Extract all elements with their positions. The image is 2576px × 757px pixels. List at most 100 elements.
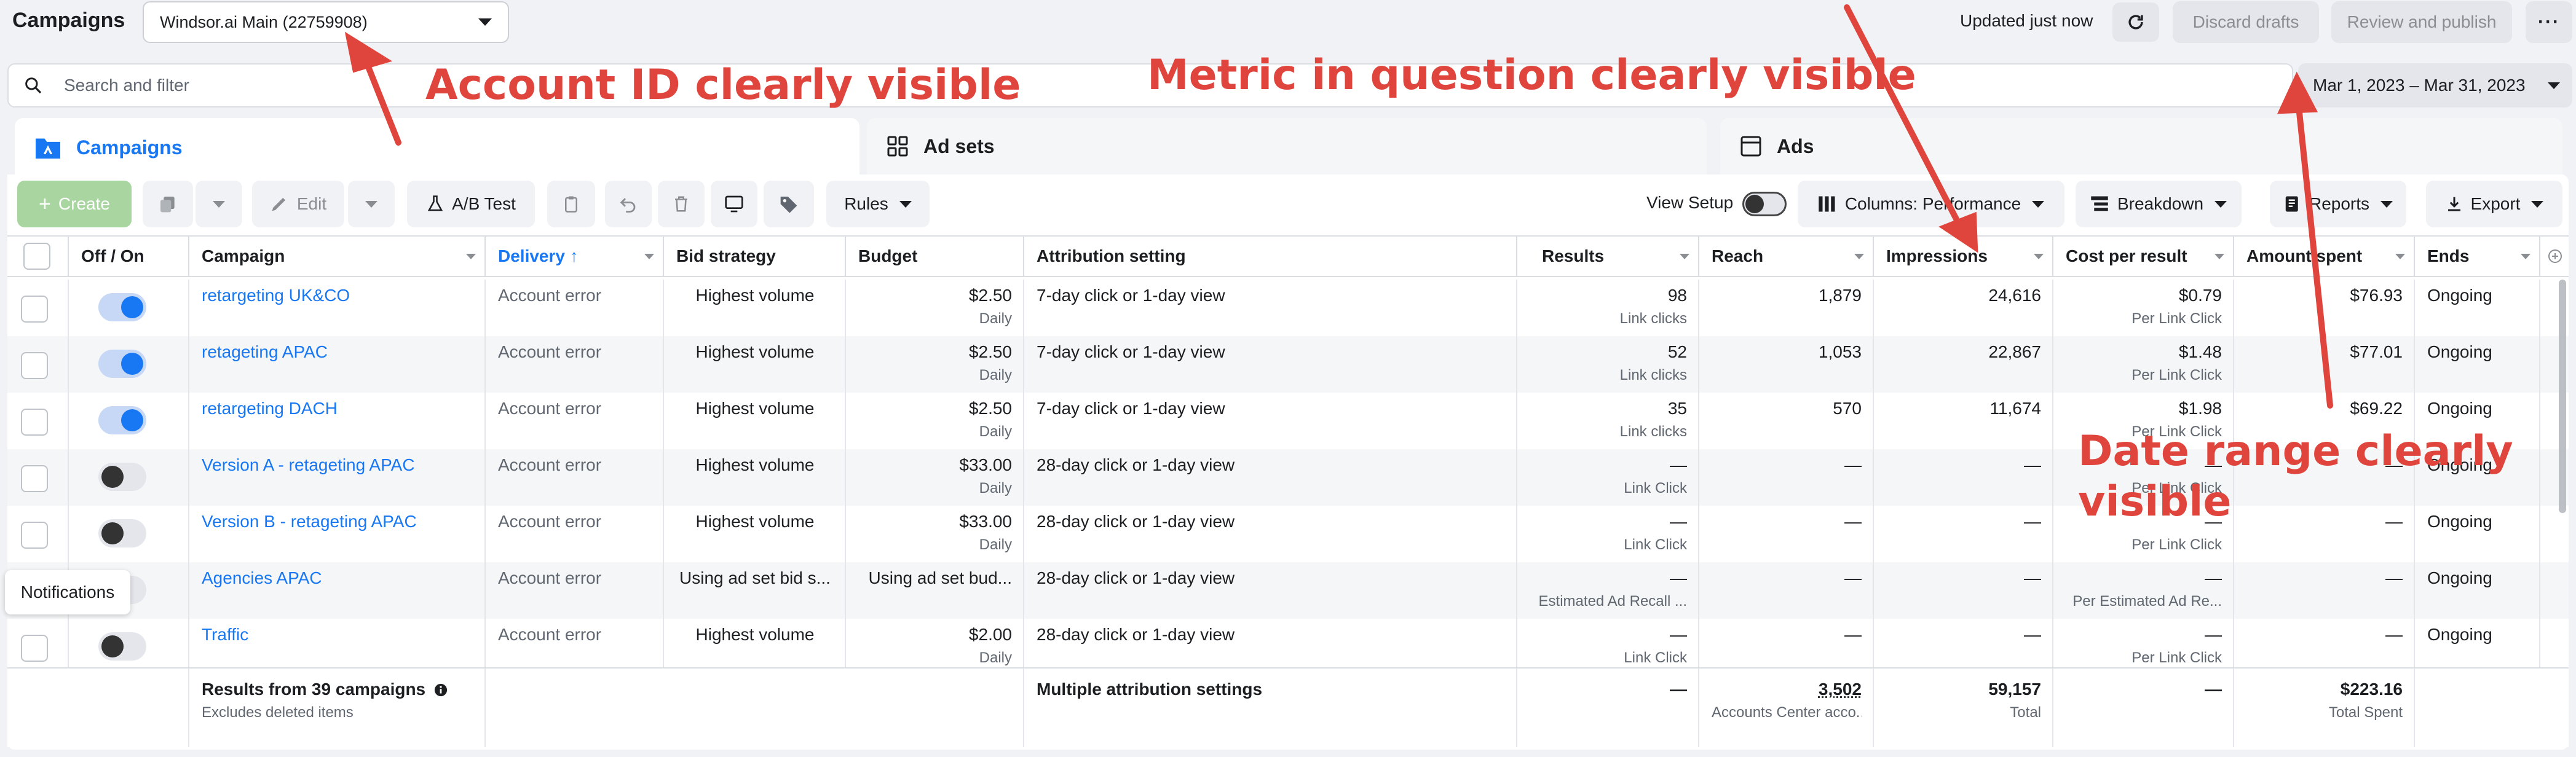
row-checkbox[interactable] xyxy=(21,465,48,492)
cell-reach: — xyxy=(1699,506,1874,562)
edit-dropdown[interactable] xyxy=(348,181,395,227)
row-checkbox[interactable] xyxy=(21,635,48,662)
col-results[interactable]: Results xyxy=(1517,237,1699,276)
col-ends[interactable]: Ends xyxy=(2415,237,2540,276)
cell-attribution: 28-day click or 1-day view xyxy=(1024,506,1517,562)
campaign-toggle[interactable] xyxy=(98,406,146,434)
refresh-button[interactable] xyxy=(2112,2,2159,42)
ends-value: Ongoing xyxy=(2427,625,2492,644)
view-setup-toggle[interactable] xyxy=(1742,192,1787,216)
more-options-button[interactable]: ··· xyxy=(2526,1,2572,43)
row-checkbox[interactable] xyxy=(21,352,48,379)
col-delivery[interactable]: Delivery ↑ xyxy=(486,237,664,276)
info-icon[interactable] xyxy=(434,683,448,697)
reports-button[interactable]: Reports xyxy=(2270,181,2406,227)
delivery-value: Account error xyxy=(498,455,602,474)
col-reach[interactable]: Reach xyxy=(1699,237,1874,276)
table-row[interactable]: retargeting UK&CO Account error Highest vo… xyxy=(7,280,2569,336)
page-title: Campaigns xyxy=(12,9,125,32)
col-budget[interactable]: Budget xyxy=(846,237,1024,276)
bid-value: Using ad set bid s... xyxy=(679,568,831,587)
rules-button[interactable]: Rules xyxy=(826,181,930,227)
campaign-name-link[interactable]: retargeting UK&CO xyxy=(202,286,473,305)
campaign-name-link[interactable]: retageting APAC xyxy=(202,342,473,362)
campaign-toggle[interactable] xyxy=(98,293,146,321)
on-off-cell xyxy=(69,336,189,393)
notifications-tooltip[interactable]: Notifications xyxy=(5,570,130,614)
col-impressions[interactable]: Impressions xyxy=(1874,237,2053,276)
cell-bid: Highest volume xyxy=(664,280,846,336)
account-selector[interactable]: Windsor.ai Main (22759908) xyxy=(143,1,509,43)
table-row[interactable]: Agencies APAC Account error Using ad set b… xyxy=(7,562,2569,619)
cell-campaign[interactable]: retageting APAC xyxy=(189,336,486,393)
tab-ads[interactable]: Ads xyxy=(1720,118,2562,175)
campaign-name-link[interactable]: Version B - retageting APAC xyxy=(202,512,473,531)
cell-reach: 1,879 xyxy=(1699,280,1874,336)
results-subtext: Link clicks xyxy=(1619,310,1687,327)
campaign-toggle[interactable] xyxy=(98,463,146,491)
ends-value: Ongoing xyxy=(2427,342,2492,361)
reports-icon xyxy=(2285,196,2298,212)
cell-campaign[interactable]: Version B - retageting APAC xyxy=(189,506,486,562)
tab-ad-sets[interactable]: Ad sets xyxy=(867,118,1707,175)
col-off-on[interactable]: Off / On xyxy=(69,237,189,276)
cell-delivery: Account error xyxy=(486,506,664,562)
table-row[interactable]: retageting APAC Account error Highest volu… xyxy=(7,336,2569,393)
cell-campaign[interactable]: Version A - retageting APAC xyxy=(189,449,486,506)
cpr-subtext: Per Link Click xyxy=(2132,536,2222,553)
cell-bid: Highest volume xyxy=(664,506,846,562)
campaign-toggle[interactable] xyxy=(98,632,146,661)
row-checkbox[interactable] xyxy=(21,409,48,436)
row-checkbox[interactable] xyxy=(21,522,48,549)
reach-value: — xyxy=(1844,455,1862,474)
row-checkbox[interactable] xyxy=(21,296,48,323)
cell-bid: Using ad set bid s... xyxy=(664,562,846,619)
col-label: Impressions xyxy=(1886,246,1988,265)
col-cost-per-result[interactable]: Cost per result xyxy=(2053,237,2234,276)
chevron-down-icon xyxy=(213,200,225,208)
date-range-picker[interactable]: Mar 1, 2023 – Mar 31, 2023 xyxy=(2298,63,2572,108)
search-icon xyxy=(25,77,42,94)
campaign-name-link[interactable]: Version A - retageting APAC xyxy=(202,455,473,475)
col-campaign[interactable]: Campaign xyxy=(189,237,486,276)
ads-page-icon xyxy=(1740,136,1761,157)
cell-campaign[interactable]: retargeting UK&CO xyxy=(189,280,486,336)
discard-drafts-button[interactable]: Discard drafts xyxy=(2173,1,2319,43)
summary-reach[interactable]: 3,502 xyxy=(1712,680,1862,699)
export-button[interactable]: Export xyxy=(2426,181,2562,227)
campaign-name-link[interactable]: Traffic xyxy=(202,625,473,645)
review-publish-button[interactable]: Review and publish xyxy=(2331,1,2512,43)
create-button[interactable]: + Create xyxy=(17,181,132,227)
delete-button[interactable] xyxy=(658,181,705,227)
add-column-button[interactable] xyxy=(2540,237,2569,276)
cell-campaign[interactable]: Agencies APAC xyxy=(189,562,486,619)
export-label: Export xyxy=(2470,194,2521,213)
col-amount-spent[interactable]: Amount spent xyxy=(2234,237,2415,276)
duplicate-button[interactable] xyxy=(143,181,193,227)
breakdown-button[interactable]: Breakdown xyxy=(2076,181,2242,227)
campaign-toggle[interactable] xyxy=(98,519,146,547)
select-all-checkbox[interactable] xyxy=(23,243,50,270)
campaign-name-link[interactable]: Agencies APAC xyxy=(202,568,473,588)
col-attribution[interactable]: Attribution setting xyxy=(1024,237,1517,276)
toggle-knob xyxy=(121,296,143,318)
attribution-value: 7-day click or 1-day view xyxy=(1037,342,1225,361)
table-summary-row: Results from 39 campaigns Excludes delet… xyxy=(7,667,2569,747)
edit-button[interactable]: Edit xyxy=(252,181,344,227)
col-bid-strategy[interactable]: Bid strategy xyxy=(664,237,846,276)
campaign-name-link[interactable]: retargeting DACH xyxy=(202,399,473,418)
undo-button[interactable] xyxy=(605,181,652,227)
duplicate-dropdown[interactable] xyxy=(196,181,242,227)
budget-value: Using ad set bud... xyxy=(868,568,1012,587)
table-scrollbar[interactable] xyxy=(2559,280,2566,513)
tag-button[interactable] xyxy=(764,181,814,227)
clipboard-button[interactable] xyxy=(547,181,595,227)
columns-button[interactable]: Columns: Performance xyxy=(1798,181,2064,227)
budget-value: $2.50 xyxy=(968,399,1012,418)
ab-test-button[interactable]: A/B Test xyxy=(407,181,535,227)
tab-campaigns[interactable]: Campaigns xyxy=(15,118,859,177)
campaign-toggle[interactable] xyxy=(98,350,146,378)
preview-button[interactable] xyxy=(711,181,757,227)
cell-campaign[interactable]: retargeting DACH xyxy=(189,393,486,449)
cell-bid: Highest volume xyxy=(664,336,846,393)
